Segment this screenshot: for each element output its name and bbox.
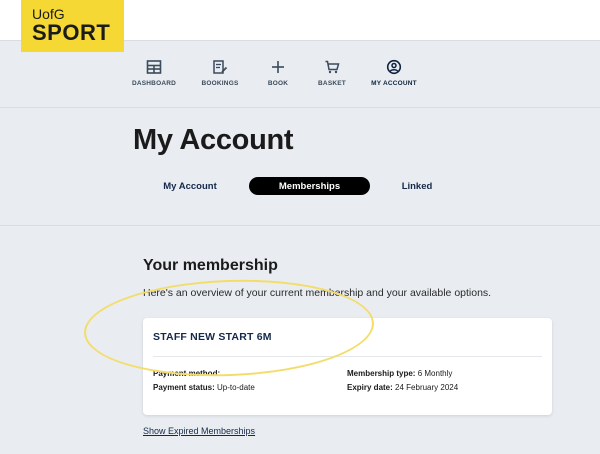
payment-method-label: Payment method: bbox=[153, 369, 221, 378]
bookings-icon bbox=[213, 60, 228, 74]
card-divider bbox=[153, 356, 542, 357]
membership-type-value: 6 Monthly bbox=[417, 369, 453, 378]
membership-name: STAFF NEW START 6M bbox=[153, 331, 272, 343]
logo-line-2: SPORT bbox=[32, 20, 111, 45]
user-circle-icon bbox=[386, 59, 402, 75]
payment-method: Payment method: bbox=[153, 369, 220, 378]
account-tabs: My Account Memberships Linked bbox=[0, 177, 600, 197]
plus-icon bbox=[272, 61, 284, 73]
nav-book[interactable]: BOOK bbox=[268, 59, 288, 87]
section-divider bbox=[0, 225, 600, 226]
nav-my-account[interactable]: MY ACCOUNT bbox=[371, 59, 417, 87]
payment-status-label: Payment status: bbox=[153, 383, 215, 392]
membership-type: Membership type: 6 Monthly bbox=[347, 369, 452, 378]
payment-status: Payment status: Up-to-date bbox=[153, 383, 255, 392]
nav-bookings[interactable]: BOOKINGS bbox=[200, 59, 240, 87]
membership-card: STAFF NEW START 6M Payment method: Payme… bbox=[143, 318, 552, 415]
expiry-date: Expiry date: 24 February 2024 bbox=[347, 383, 458, 392]
membership-section-subtitle: Here's an overview of your current membe… bbox=[143, 287, 492, 299]
uofg-sport-logo[interactable]: UofG SPORT bbox=[21, 0, 124, 52]
cart-icon bbox=[325, 60, 340, 74]
tab-memberships[interactable]: Memberships bbox=[249, 177, 370, 195]
membership-section-title: Your membership bbox=[143, 257, 278, 274]
membership-type-label: Membership type: bbox=[347, 369, 416, 378]
nav-basket-label: BASKET bbox=[318, 80, 346, 87]
dashboard-icon bbox=[146, 60, 162, 74]
show-expired-memberships-link[interactable]: Show Expired Memberships bbox=[143, 426, 255, 436]
nav-basket[interactable]: BASKET bbox=[318, 59, 346, 87]
nav-dashboard[interactable]: DASHBOARD bbox=[131, 59, 177, 87]
nav-bookings-label: BOOKINGS bbox=[201, 80, 239, 87]
expiry-date-label: Expiry date: bbox=[347, 383, 393, 392]
nav-dashboard-label: DASHBOARD bbox=[131, 80, 177, 87]
nav-my-account-label: MY ACCOUNT bbox=[371, 80, 417, 87]
tab-my-account[interactable]: My Account bbox=[150, 177, 230, 195]
payment-status-value: Up-to-date bbox=[217, 383, 255, 392]
nav-book-label: BOOK bbox=[267, 80, 289, 87]
page-title: My Account bbox=[133, 124, 294, 156]
tab-linked[interactable]: Linked bbox=[392, 177, 442, 195]
expiry-date-value: 24 February 2024 bbox=[395, 383, 459, 392]
